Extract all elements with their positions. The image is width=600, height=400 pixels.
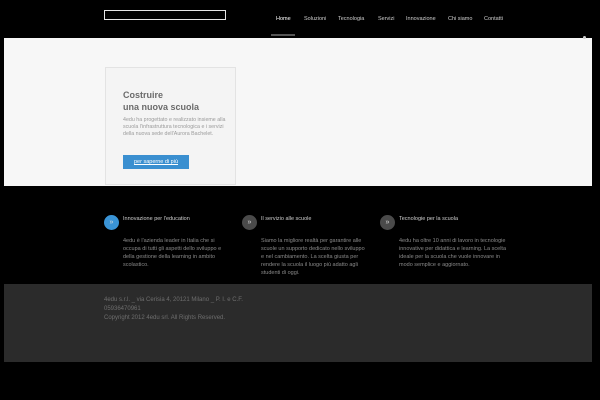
site-logo[interactable] [104, 10, 226, 20]
hero-card: Costruire una nuova scuola 4edu ha proge… [105, 67, 236, 185]
nav-item-chi-siamo[interactable]: Chi siamo [448, 16, 472, 22]
site-footer: 4edu s.r.l. _ via Cerisia 4, 20121 Milan… [4, 284, 592, 362]
footer-copyright: Copyright 2012 4edu srl. All Rights Rese… [104, 315, 226, 321]
nav-active-indicator [271, 34, 295, 36]
hero-description: 4edu ha progettato e realizzato insieme … [123, 117, 226, 137]
feature-title[interactable]: Tecnologie per la scuola [399, 215, 458, 223]
feature-text: 4edu è l'azienda leader in Italia che si… [123, 238, 222, 268]
nav-item-contatti[interactable]: Contatti [484, 16, 503, 22]
hero-title: Costruire una nuova scuola [123, 90, 200, 112]
main-nav: Home Soluzioni Tecnologia Servizi Innova… [272, 16, 600, 28]
feature-text: 4edu ha oltre 10 anni di lavoro in tecno… [399, 238, 507, 268]
footer-address: 4edu s.r.l. _ via Cerisia 4, 20121 Milan… [104, 297, 243, 303]
slider-dot[interactable] [583, 36, 586, 39]
footer-vat: 05936470961 [104, 306, 141, 312]
feature-title[interactable]: Il servizio alle scuole [261, 215, 311, 223]
features-section: » Innovazione per l'education 4edu è l'a… [0, 186, 600, 284]
nav-item-innovazione[interactable]: Innovazione [406, 16, 436, 22]
arrow-icon: » [242, 215, 257, 230]
feature-title[interactable]: Innovazione per l'education [123, 215, 190, 223]
read-more-button[interactable]: per saperne di più [123, 155, 189, 169]
arrow-icon: » [380, 215, 395, 230]
nav-item-servizi[interactable]: Servizi [378, 16, 395, 22]
footer-info: 4edu s.r.l. _ via Cerisia 4, 20121 Milan… [104, 296, 243, 323]
feature-text: Siamo la migliore realtà per garantire a… [261, 238, 365, 276]
nav-item-soluzioni[interactable]: Soluzioni [304, 16, 326, 22]
nav-item-home[interactable]: Home [276, 16, 291, 22]
site-header: Home Soluzioni Tecnologia Servizi Innova… [0, 0, 600, 38]
arrow-icon: » [104, 215, 119, 230]
nav-item-tecnologia[interactable]: Tecnologia [338, 16, 364, 22]
hero-banner: Costruire una nuova scuola 4edu ha proge… [4, 36, 592, 186]
